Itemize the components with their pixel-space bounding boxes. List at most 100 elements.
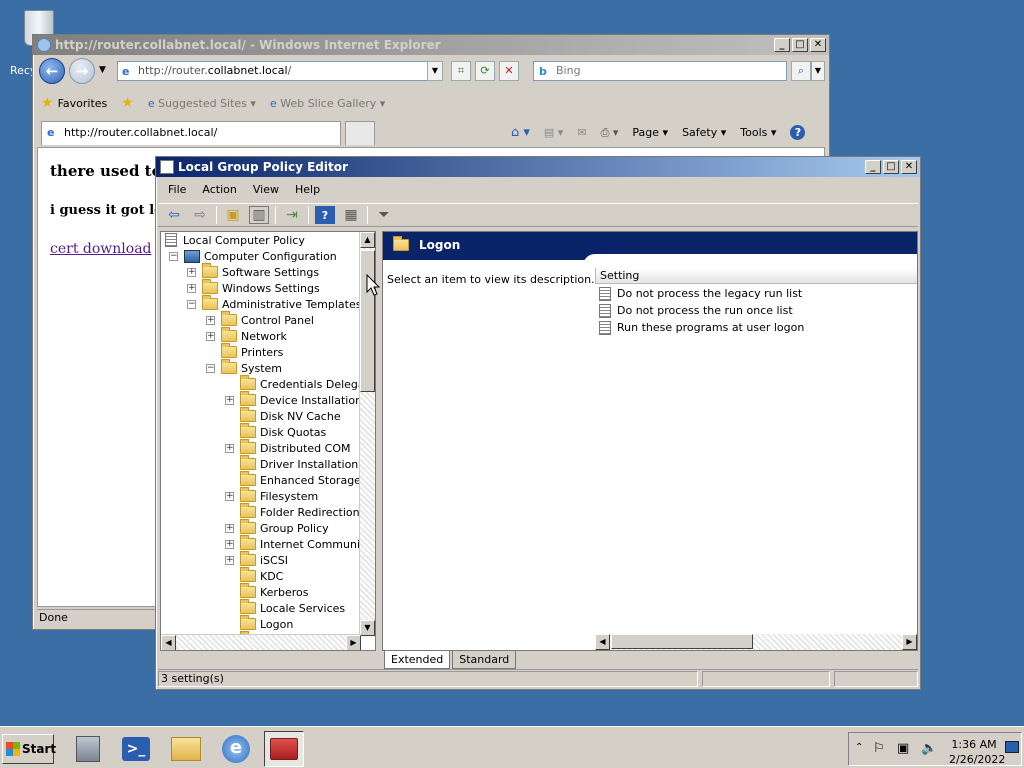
scroll-down-button[interactable]: ▼ [360,620,375,636]
group-policy-editor-taskbar-icon[interactable] [264,731,304,767]
back-button[interactable]: ← [39,58,65,84]
expand-icon[interactable]: + [187,267,196,277]
menu-help[interactable]: Help [287,179,328,201]
tree-node-system-child[interactable]: Kerberos [225,583,308,600]
scroll-right-button[interactable]: ▶ [346,635,361,650]
cert-download-link[interactable]: cert download [50,241,152,257]
gpe-close-button[interactable]: ✕ [901,160,917,174]
page-menu[interactable]: Page ▾ [632,126,668,139]
show-hidden-icons-chevron-icon[interactable]: ⌃ [855,742,863,753]
suggested-sites-link[interactable]: e Suggested Sites ▾ [148,97,256,110]
tree-node-system-child[interactable]: + iSCSI [225,551,288,568]
setting-row[interactable]: Do not process the run once list [599,302,793,319]
setting-row[interactable]: Do not process the legacy run list [599,285,802,302]
tree-node-system-child[interactable]: Enhanced Storage Ac [225,471,375,488]
ie-titlebar[interactable]: http://router.collabnet.local/ - Windows… [33,35,829,55]
expand-icon[interactable]: + [225,555,234,565]
filter-icon[interactable]: ⏷ [374,206,394,224]
network-icon[interactable]: ▣ [897,741,909,756]
tree-node-system-child[interactable]: + Device Installation [225,391,362,408]
favorites-button[interactable]: ★ Favorites [41,95,107,111]
stop-button[interactable]: ✕ [499,61,519,81]
tree-node-network[interactable]: + Network [206,327,287,344]
compatibility-view-button[interactable]: ⌗ [451,61,471,81]
safety-menu[interactable]: Safety ▾ [682,126,726,139]
expand-icon[interactable]: + [206,331,215,341]
powershell-icon[interactable]: >_ [116,731,156,767]
scroll-right-button[interactable]: ▶ [902,634,917,650]
forward-arrow-icon[interactable]: ⇨ [190,206,210,224]
tree-node-system-child[interactable]: Locale Services [225,599,345,616]
recent-pages-chevron-icon[interactable]: ▼ [99,65,106,75]
expand-icon[interactable]: + [225,539,234,549]
scroll-thumb[interactable] [360,250,375,392]
clock[interactable]: 1:36 AM 2/26/2022 [949,737,1005,767]
mail-icon[interactable]: ✉ [577,126,586,139]
up-folder-icon[interactable]: ▣ [223,206,243,224]
server-manager-icon[interactable] [68,731,108,767]
scroll-thumb[interactable] [611,634,753,649]
tree-pane[interactable]: Local Computer Policy − Computer Configu… [160,231,376,651]
collapse-icon[interactable]: − [169,251,178,261]
tree-node-system-child[interactable]: + Group Policy [225,519,329,536]
tree-node-computer-configuration[interactable]: − Computer Configuration [169,248,337,264]
tree-node-system-child[interactable]: + Distributed COM [225,439,351,456]
tree-node-system[interactable]: − System [206,359,282,376]
tree-node-printers[interactable]: Printers [206,343,283,360]
scroll-left-button[interactable]: ◀ [595,634,610,650]
tab-standard[interactable]: Standard [452,651,517,669]
tree-node-system-child[interactable]: Folder Redirection [225,503,360,520]
address-bar[interactable]: e http://router.collabnet.local/ [117,61,443,81]
show-desktop-icon[interactable] [1005,741,1019,753]
tree-node-system-child[interactable]: KDC [225,567,283,584]
print-icon[interactable]: ⎙ ▾ [601,126,619,140]
settings-horizontal-scrollbar[interactable]: ◀ ▶ [595,634,917,650]
feeds-icon[interactable]: ▤ ▾ [544,126,563,139]
tree-node-local-computer-policy[interactable]: Local Computer Policy [165,232,305,248]
gpe-minimize-button[interactable]: _ [865,160,881,174]
tree-node-system-child[interactable]: Logon [225,615,293,632]
tools-menu[interactable]: Tools ▾ [740,126,776,139]
gpe-titlebar[interactable]: Local Group Policy Editor [156,157,920,177]
internet-explorer-icon[interactable]: e [216,731,256,767]
tree-node-software-settings[interactable]: + Software Settings [187,263,319,280]
search-options-button[interactable]: ▼ [811,61,825,81]
show-hide-tree-icon[interactable]: ▥ [249,206,269,224]
expand-icon[interactable]: + [225,523,234,533]
web-slice-gallery-link[interactable]: e Web Slice Gallery ▾ [270,97,385,110]
gpe-maximize-button[interactable]: □ [883,160,899,174]
column-header-setting[interactable]: Setting [595,268,917,284]
forward-button[interactable]: → [69,58,95,84]
volume-muted-icon[interactable]: 🔈 [921,741,937,756]
new-tab-button[interactable] [345,121,375,145]
expand-icon[interactable]: + [187,283,196,293]
collapse-icon[interactable]: − [206,363,215,373]
menu-file[interactable]: File [160,179,194,201]
tree-node-system-child[interactable]: + Internet Communicat [225,535,375,552]
tree-node-system-child[interactable]: Driver Installation [225,455,358,472]
explorer-icon[interactable] [166,731,206,767]
scroll-left-button[interactable]: ◀ [161,635,176,650]
refresh-button[interactable]: ⟳ [475,61,495,81]
search-button[interactable]: ⌕ [791,61,811,81]
expand-icon[interactable]: + [206,315,215,325]
browser-tab[interactable]: e http://router.collabnet.local/ [41,121,341,145]
tree-node-system-child[interactable]: Disk NV Cache [225,407,341,424]
ie-close-button[interactable]: ✕ [810,38,826,52]
menu-action[interactable]: Action [194,179,244,201]
expand-icon[interactable]: + [225,443,234,453]
tree-node-control-panel[interactable]: + Control Panel [206,311,314,328]
ie-minimize-button[interactable]: _ [774,38,790,52]
export-list-icon[interactable]: ⇥ [282,206,302,224]
expand-icon[interactable]: + [225,395,234,405]
collapse-icon[interactable]: − [187,299,196,309]
tree-node-windows-settings[interactable]: + Windows Settings [187,279,320,296]
search-input[interactable]: b Bing [533,61,787,81]
start-button[interactable]: Start [2,734,56,764]
help-book-icon[interactable]: ? [315,206,335,224]
help-icon[interactable]: ? [790,125,806,140]
tree-node-system-child[interactable]: Credentials Delegatio [225,375,375,392]
tree-node-system-child[interactable]: Disk Quotas [225,423,326,440]
tree-node-system-child[interactable]: + Filesystem [225,487,318,504]
expand-icon[interactable]: + [225,491,234,501]
